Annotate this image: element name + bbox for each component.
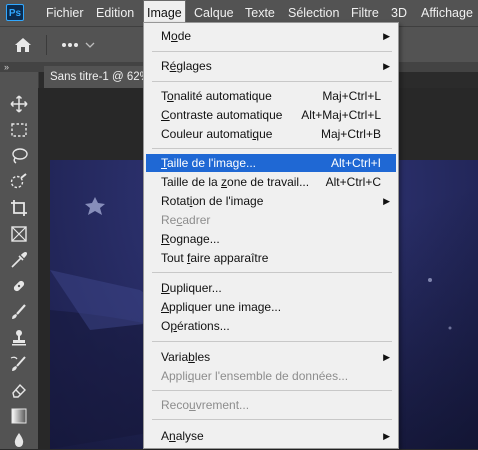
menu-item-dupliquer[interactable]: Dupliquer... <box>146 279 396 297</box>
menu-item-couleur-automatique[interactable]: Couleur automatique Maj+Ctrl+B <box>146 125 396 143</box>
menu-item-recouvrement[interactable]: Recouvrement... <box>146 396 396 414</box>
marquee-tool-icon[interactable] <box>9 120 29 140</box>
menu-item-tout-faire-apparaitre[interactable]: Tout faire apparaître <box>146 249 396 267</box>
menu-item-mode[interactable]: Mode ▶ <box>146 27 396 45</box>
move-tool-icon[interactable] <box>9 94 29 114</box>
menu-separator <box>152 81 392 82</box>
menu-separator <box>152 390 392 391</box>
menu-separator <box>152 341 392 342</box>
crop-tool-icon[interactable] <box>9 198 29 218</box>
history-brush-tool-icon[interactable] <box>9 354 29 374</box>
clone-stamp-tool-icon[interactable] <box>9 328 29 348</box>
menu-fichier[interactable]: Fichier <box>46 0 84 26</box>
menu-item-variables[interactable]: Variables ▶ <box>146 348 396 366</box>
menu-item-rognage[interactable]: Rognage... <box>146 230 396 248</box>
menu-item-operations[interactable]: Opérations... <box>146 317 396 335</box>
blur-tool-icon[interactable] <box>9 430 29 450</box>
menu-item-taille-zone-travail[interactable]: Taille de la zone de travail... Alt+Ctrl+… <box>146 173 396 191</box>
tools-panel <box>0 72 39 449</box>
image-menu-dropdown: Mode ▶ Réglages ▶ Tonalité automatique Maj+… <box>143 22 399 449</box>
home-icon[interactable] <box>14 37 32 53</box>
menu-item-tonalite-automatique[interactable]: Tonalité automatique Maj+Ctrl+L <box>146 87 396 105</box>
submenu-arrow-icon: ▶ <box>383 196 390 206</box>
menu-separator <box>152 51 392 52</box>
eyedropper-tool-icon[interactable] <box>9 250 29 270</box>
quick-selection-tool-icon[interactable] <box>9 172 29 192</box>
options-separator <box>46 35 47 55</box>
gradient-tool-icon[interactable] <box>9 406 29 426</box>
menu-item-appliquer-image[interactable]: Appliquer une image... <box>146 298 396 316</box>
frame-tool-icon[interactable] <box>9 224 29 244</box>
menu-item-contraste-automatique[interactable]: Contraste automatique Alt+Maj+Ctrl+L <box>146 106 396 124</box>
submenu-arrow-icon: ▶ <box>383 31 390 41</box>
submenu-arrow-icon: ▶ <box>383 431 390 441</box>
menu-separator <box>152 148 392 149</box>
menu-item-appliquer-ensemble-donnees[interactable]: Appliquer l'ensemble de données... <box>146 367 396 385</box>
menu-item-analyse[interactable]: Analyse ▶ <box>146 427 396 445</box>
menu-item-recadrer[interactable]: Recadrer <box>146 211 396 229</box>
submenu-arrow-icon: ▶ <box>383 352 390 362</box>
menu-item-reglages[interactable]: Réglages ▶ <box>146 57 396 75</box>
menu-edition[interactable]: Edition <box>96 0 134 26</box>
photoshop-logo-icon[interactable]: Ps <box>6 4 24 21</box>
menu-item-taille-image[interactable]: Taille de l'image... Alt+Ctrl+I <box>146 154 396 172</box>
lasso-tool-icon[interactable] <box>9 146 29 166</box>
eraser-tool-icon[interactable] <box>9 380 29 400</box>
menu-separator <box>152 272 392 273</box>
menu-item-rotation-image[interactable]: Rotation de l'image ▶ <box>146 192 396 210</box>
brush-tool-icon[interactable] <box>9 302 29 322</box>
healing-brush-tool-icon[interactable] <box>9 276 29 296</box>
menu-separator <box>152 419 392 420</box>
menu-affichage[interactable]: Affichage <box>421 0 473 26</box>
more-options-button[interactable] <box>60 35 102 55</box>
submenu-arrow-icon: ▶ <box>383 61 390 71</box>
collapse-panel-icon[interactable]: » <box>4 62 9 72</box>
